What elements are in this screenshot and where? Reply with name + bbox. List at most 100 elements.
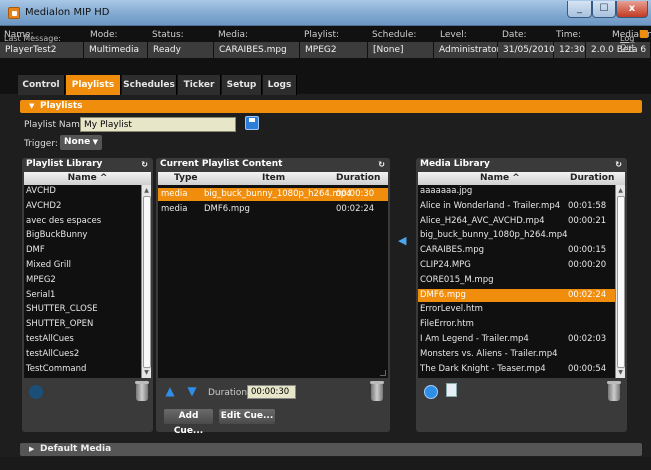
media-file-icon[interactable] [446,383,457,397]
table-row[interactable]: media DMF6.mpg 00:02:24 [158,203,388,216]
edit-cue-button[interactable]: Edit Cue... [219,409,275,424]
table-row[interactable]: Monsters vs. Aliens - Trailer.mp4 [418,348,615,361]
list-item[interactable]: BigBuckBunny [24,229,141,242]
playlist-duration-cell: 00:02:24 [336,204,375,214]
scroll-down-icon[interactable]: ▼ [142,368,151,377]
playlist-duration-cell: 00:00:30 [336,189,375,199]
table-row[interactable]: CORE015_M.mpg [418,274,615,287]
table-row[interactable]: CLIP24.MPG 00:00:20 [418,259,615,272]
status-value: 12:30 [554,42,586,58]
table-row[interactable]: big_buck_bunny_1080p_h264.mp4 [418,229,615,242]
play-playlist-icon[interactable] [29,385,43,399]
add-cue-button[interactable]: Add Cue... [164,409,213,436]
media-name-cell: big_buck_bunny_1080p_h264.mp4 [420,230,568,241]
current-playlist-title: Current Playlist Content ↻ [156,158,390,171]
list-item[interactable]: MPEG2 [24,274,141,287]
media-duration-cell: 00:00:54 [568,363,607,374]
tab-playlists[interactable]: Playlists [66,75,121,95]
list-item[interactable]: DMF [24,244,141,257]
minimize-button[interactable]: _ [567,1,592,18]
status-label: Mode: [90,30,118,40]
save-icon[interactable] [245,116,259,130]
table-row[interactable]: media big_buck_bunny_1080p_h264.mp4 00:00:… [158,188,388,201]
tab-bar: Control Playlists Schedules Ticker Setup Logs [18,75,298,95]
list-item[interactable]: avec des espaces [24,215,141,228]
media-library-title: Media Library ↻ [416,158,627,171]
table-row[interactable]: Alice_H264_AVC_AVCHD.mp4 00:00:21 [418,215,615,228]
type-column-header[interactable]: Type [174,172,197,185]
trash-icon[interactable] [607,381,621,401]
trash-icon[interactable] [135,381,149,401]
close-button[interactable]: x [616,1,648,18]
play-media-icon[interactable] [424,385,438,399]
media-duration-cell: 00:01:58 [568,200,607,211]
media-duration-cell: 00:00:20 [568,260,607,270]
media-name-column-header[interactable]: Name ^ [480,172,520,185]
list-item[interactable]: AVCHD [24,185,141,198]
media-name-cell: ErrorLevel.htm [420,304,483,315]
refresh-icon[interactable]: ↻ [378,158,385,171]
media-duration-column-header[interactable]: Duration [570,172,614,185]
media-name-cell: The Dark Knight - Teaser.mp4 [420,363,546,374]
scroll-up-icon[interactable]: ▲ [142,186,151,195]
list-item[interactable]: SHUTTER_OPEN [24,318,141,331]
table-row[interactable]: I Am Legend - Trailer.mp4 00:02:03 [418,333,615,346]
tab-control[interactable]: Control [18,75,65,95]
table-row[interactable]: The Dark Knight - Teaser.mp4 00:00:54 [418,363,615,376]
playlist-type-cell: media [161,204,188,214]
playlists-section-header[interactable]: ▼ Playlists [20,100,642,113]
status-label: Date: [502,30,527,40]
scroll-up-icon[interactable]: ▲ [616,186,625,195]
logout-link[interactable]: Log Out [620,34,651,52]
playlist-library-list[interactable]: AVCHD AVCHD2 avec des espaces BigBuckBunny D… [24,185,141,378]
refresh-icon[interactable]: ↻ [141,158,148,171]
duration-column-header[interactable]: Duration [336,172,380,185]
move-down-icon[interactable]: ▼ [187,385,197,397]
tab-logs[interactable]: Logs [263,75,297,95]
panel-title: Current Playlist Content [160,159,283,169]
maximize-button[interactable]: ☐ [592,1,616,18]
table-row[interactable]: Alice in Wonderland - Trailer.mp4 00:01:5… [418,200,615,213]
duration-input[interactable]: 00:00:30 [247,385,296,399]
table-row[interactable]: aaaaaaa.jpg [418,185,615,198]
list-item[interactable]: Serial1 [24,289,141,302]
library-name-column-header[interactable]: Name ^ [24,172,151,185]
scroll-down-icon[interactable]: ▼ [616,368,625,377]
library-scrollbar[interactable]: ▲ ▼ [141,185,151,378]
resize-grip-icon[interactable] [380,370,386,376]
list-item[interactable]: TestCommand [24,363,141,376]
playlist-name-input[interactable] [80,117,236,132]
status-value: MPEG2 [300,42,368,58]
section-title: Playlists [40,101,83,111]
media-library-list[interactable]: aaaaaaa.jpg Alice in Wonderland - Trailer… [418,185,615,378]
move-up-icon[interactable]: ▲ [165,385,175,397]
tab-ticker[interactable]: Ticker [178,75,221,95]
playlist-name-label: Playlist Name: [24,120,89,130]
list-item[interactable]: AVCHD2 [24,200,141,213]
table-row[interactable]: DMF6.mpg 00:02:24 [418,288,615,302]
item-column-header[interactable]: Item [262,172,285,185]
add-to-playlist-arrow-icon[interactable]: ◀ [398,234,406,247]
trigger-select[interactable]: None ▼ [60,135,102,150]
table-row[interactable]: FileError.htm [418,318,615,331]
table-row[interactable]: CARAIBES.mpg 00:00:15 [418,244,615,257]
close-icon: x [628,3,636,14]
media-name-cell: Alice_H264_AVC_AVCHD.mp4 [420,215,545,226]
scroll-thumb[interactable] [617,196,625,368]
playlist-content-list[interactable]: media big_buck_bunny_1080p_h264.mp4 00:00:… [158,185,388,378]
tab-schedules[interactable]: Schedules [122,75,177,95]
scroll-thumb[interactable] [143,196,151,368]
refresh-icon[interactable]: ↻ [615,158,622,171]
tab-setup[interactable]: Setup [222,75,262,95]
media-scrollbar[interactable]: ▲ ▼ [615,185,625,378]
table-row[interactable]: ErrorLevel.htm [418,303,615,316]
trash-icon[interactable] [370,381,384,401]
list-item[interactable]: Mixed Grill [24,259,141,272]
list-item[interactable]: testAllCues2 [24,348,141,361]
list-item[interactable]: testAllCues [24,333,141,346]
default-media-section-header[interactable]: ▶ Default Media [20,443,642,456]
status-label: Level: [440,30,467,40]
status-value: CARAIBES.mpg [214,42,300,58]
media-name-cell: Monsters vs. Aliens - Trailer.mp4 [420,348,558,359]
list-item[interactable]: SHUTTER_CLOSE [24,303,141,316]
